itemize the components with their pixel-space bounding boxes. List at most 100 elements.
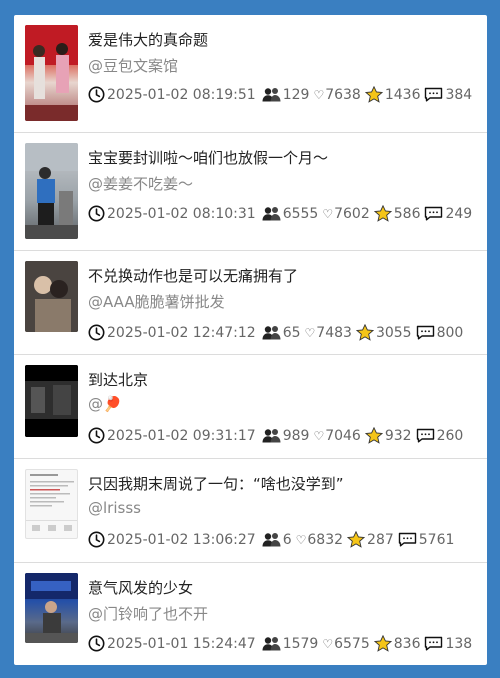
post-comments-count: 249 [445,205,473,222]
post-title[interactable]: 爱是伟大的真命题 [88,29,208,50]
post-thumbnail[interactable] [25,261,78,332]
clock-icon [88,205,105,222]
post-comments-count: 260 [436,427,464,444]
users-icon [262,532,281,547]
post-users-count: 6 [282,531,292,548]
post-likes[interactable]: ♡ 7483 [305,325,352,341]
post-time-text: 2025-01-02 08:19:51 [107,86,256,103]
post-comments-count: 5761 [418,531,455,548]
star-icon [364,427,383,444]
post-time: 2025-01-01 15:24:47 [88,635,256,652]
post-comments[interactable]: 5761 [398,531,455,548]
users-icon [262,325,281,340]
post-comments[interactable]: 384 [424,87,472,103]
post-time: 2025-01-02 13:06:27 [88,531,256,548]
post-time-text: 2025-01-02 12:47:12 [107,324,256,341]
post-users-count: 6555 [282,205,319,222]
post-likes[interactable]: ♡ 6832 [296,532,343,548]
post-likes[interactable]: ♡ 7046 [313,428,360,444]
post-card[interactable]: 只因我期末周说了一句：“啥也没学到” @lrisss 2025-01-02 13… [14,459,487,563]
post-title[interactable]: 意气风发的少女 [88,577,193,598]
users-icon [262,87,281,102]
post-stars[interactable]: 586 [373,205,420,222]
post-thumbnail[interactable] [25,573,78,643]
post-likes[interactable]: ♡ 7602 [322,206,369,222]
post-stars-count: 1436 [384,86,421,103]
post-time-text: 2025-01-02 08:10:31 [107,205,256,222]
post-thumbnail[interactable] [25,365,78,437]
clock-icon [88,531,105,548]
post-likes[interactable]: ♡ 7638 [313,87,360,103]
post-stars-count: 836 [393,635,421,652]
post-likes[interactable]: ♡ 6575 [322,636,369,652]
post-author[interactable]: @姜姜不吃姜～ [88,173,193,194]
post-card[interactable]: 爱是伟大的真命题 @豆包文案馆 2025-01-02 08:19:51 129 … [14,15,487,133]
post-meta: 2025-01-02 09:31:17 989 ♡ 7046 932 260 [88,427,469,444]
heart-icon: ♡ [322,206,334,221]
post-author[interactable]: @AAA脆脆薯饼批发 [88,291,225,312]
heart-icon: ♡ [304,325,316,340]
post-likes-count: 6575 [334,635,370,652]
post-time: 2025-01-02 08:19:51 [88,86,256,103]
post-users: 65 [262,325,301,341]
post-author[interactable]: @门铃响了也不开 [88,603,208,624]
post-users-count: 129 [282,86,310,103]
post-comments[interactable]: 249 [424,206,472,222]
post-users-count: 1579 [282,635,319,652]
post-time: 2025-01-02 12:47:12 [88,324,256,341]
post-stars[interactable]: 932 [364,427,412,444]
clock-icon [88,427,105,444]
users-icon [262,636,281,651]
post-users: 989 [262,427,310,444]
post-likes-count: 7638 [325,86,361,103]
post-author[interactable]: @lrisss [88,499,141,517]
post-meta: 2025-01-02 08:10:31 6555 ♡ 7602 586 249 [88,205,478,222]
star-icon [373,635,392,652]
post-thumbnail[interactable] [25,25,78,121]
post-stars[interactable]: 836 [373,635,421,652]
post-comments[interactable]: 260 [416,427,464,444]
post-feed: 爱是伟大的真命题 @豆包文案馆 2025-01-02 08:19:51 129 … [14,15,487,665]
post-stars[interactable]: 287 [347,531,394,548]
post-thumbnail[interactable] [25,143,78,239]
comment-icon [424,636,443,651]
post-time-text: 2025-01-02 13:06:27 [107,531,256,548]
users-icon [262,206,281,221]
post-users-count: 989 [282,427,310,444]
post-likes-count: 7483 [316,324,352,341]
post-meta: 2025-01-02 08:19:51 129 ♡ 7638 1436 384 [88,86,478,103]
comment-icon [398,532,417,547]
star-icon [347,531,366,548]
post-time: 2025-01-02 08:10:31 [88,205,256,222]
post-author[interactable]: @豆包文案馆 [88,55,178,76]
clock-icon [88,635,105,652]
comment-icon [416,325,435,340]
post-card[interactable]: 到达北京 @🏓 2025-01-02 09:31:17 989 ♡ 7046 9… [14,355,487,459]
post-meta: 2025-01-02 13:06:27 6 ♡ 6832 287 5761 [88,531,460,548]
post-comments[interactable]: 138 [424,636,472,652]
post-title[interactable]: 只因我期末周说了一句：“啥也没学到” [88,473,344,494]
post-stars[interactable]: 3055 [355,324,412,341]
post-title[interactable]: 宝宝要封训啦～咱们也放假一个月～ [88,147,328,168]
comment-icon [424,206,443,221]
comment-icon [416,428,435,443]
post-title[interactable]: 不兑换动作也是可以无痛拥有了 [88,265,298,286]
post-time: 2025-01-02 09:31:17 [88,427,256,444]
star-icon [373,205,392,222]
post-users-count: 65 [282,324,301,341]
post-title[interactable]: 到达北京 [88,369,148,390]
post-thumbnail[interactable] [25,469,78,539]
post-card[interactable]: 意气风发的少女 @门铃响了也不开 2025-01-01 15:24:47 157… [14,563,487,665]
post-author[interactable]: @🏓 [88,395,122,413]
post-comments[interactable]: 800 [416,324,464,341]
clock-icon [88,324,105,341]
post-card[interactable]: 宝宝要封训啦～咱们也放假一个月～ @姜姜不吃姜～ 2025-01-02 08:1… [14,133,487,251]
post-likes-count: 6832 [307,531,344,548]
post-likes-count: 7046 [325,427,361,444]
heart-icon: ♡ [313,87,325,102]
post-card[interactable]: 不兑换动作也是可以无痛拥有了 @AAA脆脆薯饼批发 2025-01-02 12:… [14,251,487,355]
post-time-text: 2025-01-02 09:31:17 [107,427,256,444]
post-stars[interactable]: 1436 [364,86,421,103]
post-comments-count: 800 [436,324,464,341]
post-meta: 2025-01-01 15:24:47 1579 ♡ 6575 836 138 [88,635,478,652]
